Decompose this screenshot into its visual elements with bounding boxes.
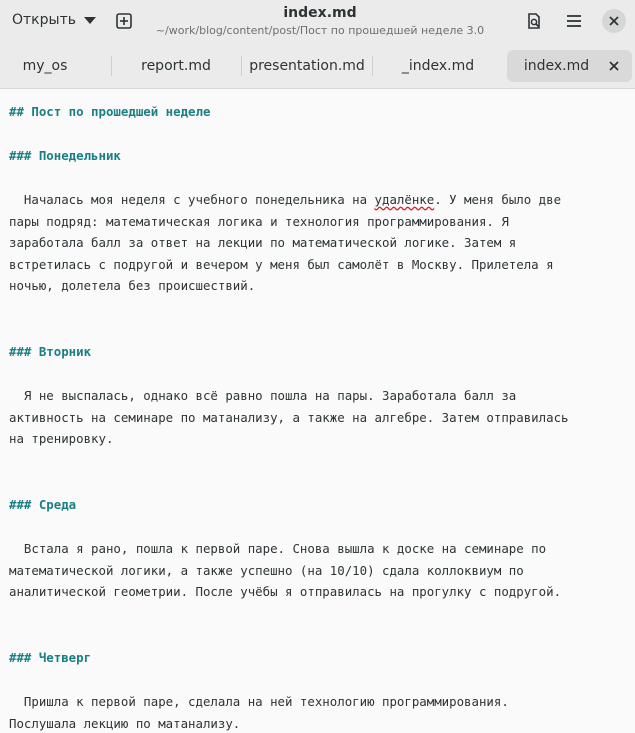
save-button[interactable]: [521, 8, 547, 34]
text-line: заработала балл за ответ на лекции по ма…: [9, 235, 517, 250]
text-line: Встала я рано, пошла к первой паре. Снов…: [9, 541, 547, 556]
text-line: Началась моя неделя с учебного понедельн…: [9, 191, 561, 209]
header-bar: Открыть index.md ~/work/blog/content/pos…: [0, 0, 635, 44]
tab-underscore-index-md[interactable]: _index.md: [373, 50, 503, 82]
tab-label: index.md: [523, 58, 590, 74]
main-menu-button[interactable]: [561, 8, 587, 34]
text-line: встретилась с подругой и вечером у меня …: [9, 257, 554, 272]
text-line: ночью, долетела без происшествий.: [9, 278, 256, 293]
hamburger-menu-icon: [567, 15, 581, 27]
text-line: пары подряд: математическая логика и тех…: [9, 214, 509, 229]
text-line: аналитической геометрии. После учёбы я о…: [9, 584, 562, 599]
heading-tuesday: ### Вторник: [9, 344, 92, 359]
text-segment: Началась моя неделя с учебного понедельн…: [9, 192, 375, 207]
window-title-area: index.md ~/work/blog/content/post/Пост п…: [140, 4, 500, 38]
window-title: index.md: [283, 5, 357, 21]
open-button[interactable]: Открыть: [4, 6, 96, 34]
window-close-button[interactable]: [601, 8, 627, 34]
tab-report-md[interactable]: report.md: [112, 50, 240, 82]
text-line: математической логики, а также успешно (…: [9, 563, 524, 578]
text-editor[interactable]: ## Пост по прошедшей неделе ### Понедель…: [0, 89, 635, 733]
chevron-down-icon: [83, 16, 96, 24]
text-line: Пришла к первой паре, сделала на ней тех…: [9, 694, 509, 709]
text-line: Я не выспалась, однако всё равно пошла н…: [9, 388, 517, 403]
tab-label: report.md: [141, 58, 211, 74]
tab-presentation-md[interactable]: presentation.md: [242, 50, 372, 82]
tab-label: my_os: [22, 58, 68, 74]
text-line: Послушала лекцию по матанализу.: [9, 716, 241, 731]
misspelled-word: удалёнке: [374, 192, 435, 207]
document-search-icon: [528, 13, 540, 29]
new-tab-button[interactable]: [111, 8, 137, 34]
heading-thursday: ### Четверг: [9, 650, 92, 665]
tab-close-icon[interactable]: [606, 58, 622, 78]
close-icon: [602, 9, 626, 33]
heading-post-title: ## Пост по прошедшей неделе: [9, 104, 211, 119]
tab-index-md[interactable]: index.md: [507, 50, 632, 82]
text-line: на тренировку.: [9, 431, 114, 446]
tab-my-os[interactable]: my_os: [0, 50, 90, 82]
window-subtitle: ~/work/blog/content/post/Пост по прошедш…: [155, 24, 485, 37]
text-segment: . У меня было две: [434, 192, 562, 207]
tab-bar: my_os report.md presentation.md _index.m…: [0, 44, 635, 89]
new-tab-icon: [116, 13, 132, 29]
open-button-label: Открыть: [12, 12, 76, 28]
tab-label: presentation.md: [249, 58, 365, 74]
heading-wednesday: ### Среда: [9, 497, 77, 512]
text-line: активность на семинаре по матанализу, а …: [9, 410, 569, 425]
heading-monday: ### Понедельник: [9, 148, 121, 163]
tab-label: _index.md: [401, 58, 475, 74]
